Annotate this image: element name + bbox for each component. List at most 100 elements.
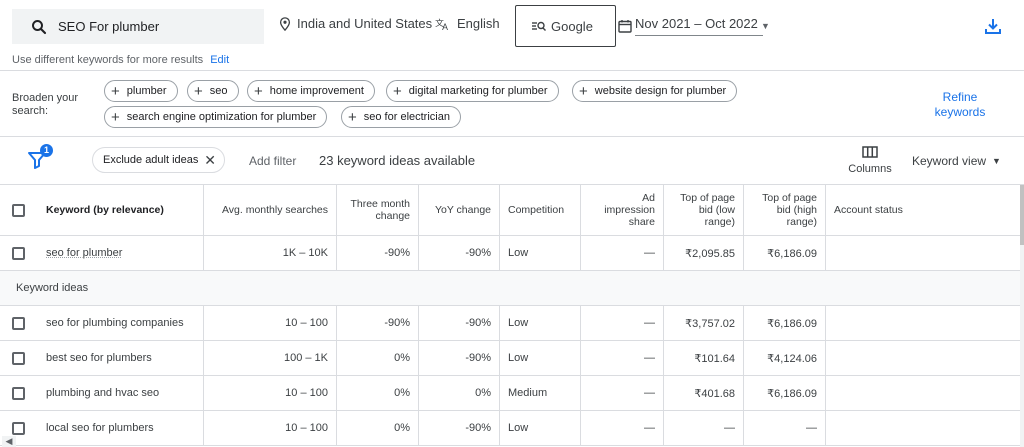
scroll-thumb[interactable] (1020, 185, 1024, 245)
account-status-cell (826, 341, 1020, 375)
keyword-view-selector[interactable]: Keyword view ▼ (912, 154, 1001, 168)
yoy-cell: -90% (419, 411, 500, 445)
broaden-chip[interactable]: + plumber (104, 80, 178, 102)
column-header[interactable]: Competition (500, 185, 581, 235)
column-header[interactable]: Avg. monthly searches (204, 185, 337, 235)
ideas-count: 23 keyword ideas available (319, 153, 476, 168)
date-range-selector[interactable]: Nov 2021 – Oct 2022 ▼ (618, 12, 772, 40)
bid-low-cell: ₹2,095.85 (664, 236, 744, 270)
language-selector[interactable]: 文A English (435, 16, 500, 31)
bid-high-cell: ₹4,124.06 (744, 341, 826, 375)
refine-keywords-button[interactable]: Refine keywords (925, 90, 995, 120)
avg-searches-cell: 10 – 100 (204, 376, 337, 410)
bid-low-cell: ₹3,757.02 (664, 306, 744, 340)
chip-label: seo (209, 85, 228, 97)
bid-low-cell: ₹101.64 (664, 341, 744, 375)
filter-count-badge: 1 (40, 144, 53, 157)
select-all-cell (0, 185, 36, 235)
download-icon[interactable] (984, 17, 1002, 35)
table-header-row: Keyword (by relevance) Avg. monthly sear… (0, 185, 1020, 236)
keyword-cell: plumbing and hvac seo (36, 376, 204, 410)
columns-button[interactable]: Columns (848, 146, 892, 175)
vertical-scrollbar[interactable] (1020, 185, 1024, 447)
keyword-cell: seo for plumbing companies (36, 306, 204, 340)
avg-searches-cell: 100 – 1K (204, 341, 337, 375)
row-checkbox[interactable] (11, 386, 25, 400)
exclude-adult-chip[interactable]: Exclude adult ideas ✕ (92, 147, 225, 173)
row-checkbox[interactable] (11, 351, 25, 365)
column-header[interactable]: Ad impression share (581, 185, 664, 235)
search-icon (32, 19, 47, 34)
broaden-chip[interactable]: + website design for plumber (572, 80, 738, 102)
row-select-cell (0, 236, 36, 270)
group-label-row: Keyword ideas (0, 271, 1020, 306)
avg-searches-cell: 1K – 10K (204, 236, 337, 270)
ad-share-cell: — (581, 376, 664, 410)
table-row[interactable]: best seo for plumbers 100 – 1K 0% -90% L… (0, 341, 1020, 376)
bid-high-cell: ₹6,186.09 (744, 236, 826, 270)
broaden-chip[interactable]: + digital marketing for plumber (386, 80, 559, 102)
chip-label: digital marketing for plumber (408, 85, 548, 97)
add-filter-button[interactable]: Add filter (249, 154, 296, 168)
row-select-cell (0, 376, 36, 410)
translate-icon: 文A (435, 17, 448, 31)
scroll-left-arrow-icon[interactable]: ◀ (2, 436, 16, 447)
column-header[interactable]: YoY change (419, 185, 500, 235)
broaden-chip[interactable]: + home improvement (247, 80, 375, 102)
competition-cell: Low (500, 236, 581, 270)
ad-share-cell: — (581, 411, 664, 445)
three-month-cell: -90% (337, 306, 419, 340)
hint-text: Use different keywords for more results (12, 54, 204, 66)
columns-icon (862, 146, 878, 158)
table-row[interactable]: seo for plumbing companies 10 – 100 -90%… (0, 306, 1020, 341)
ad-share-cell: — (581, 341, 664, 375)
edit-link[interactable]: Edit (210, 54, 229, 66)
yoy-cell: -90% (419, 306, 500, 340)
three-month-cell: 0% (337, 376, 419, 410)
chip-label: home improvement (269, 85, 364, 97)
network-selector[interactable]: Google (515, 5, 616, 47)
language-label: English (457, 16, 500, 31)
bid-high-cell: ₹6,186.09 (744, 376, 826, 410)
account-status-cell (826, 236, 1020, 270)
competition-cell: Low (500, 306, 581, 340)
broaden-chip[interactable]: + seo (187, 80, 239, 102)
column-header[interactable]: Top of page bid (high range) (744, 185, 826, 235)
chevron-down-icon: ▼ (761, 21, 770, 31)
top-bar: India and United States 文A English Googl… (0, 0, 1024, 50)
search-input[interactable] (58, 19, 258, 34)
close-icon[interactable]: ✕ (204, 152, 216, 169)
table-row[interactable]: seo for plumber 1K – 10K -90% -90% Low —… (0, 236, 1020, 271)
divider (0, 70, 1024, 71)
chip-label: search engine optimization for plumber (126, 111, 317, 123)
keyword-cell: local seo for plumbers (36, 411, 204, 445)
column-header[interactable]: Account status (826, 185, 1020, 235)
account-status-cell (826, 411, 1020, 445)
column-header[interactable]: Three month change (337, 185, 419, 235)
keyword-hint: Use different keywords for more results … (12, 54, 229, 66)
table-row[interactable]: local seo for plumbers 10 – 100 0% -90% … (0, 411, 1020, 446)
three-month-cell: -90% (337, 236, 419, 270)
bid-high-cell: — (744, 411, 826, 445)
bid-high-cell: ₹6,186.09 (744, 306, 826, 340)
ad-share-cell: — (581, 306, 664, 340)
broaden-label: Broaden your search: (12, 92, 79, 117)
keyword-view-label: Keyword view (912, 154, 987, 168)
column-header[interactable]: Keyword (by relevance) (36, 185, 204, 235)
broaden-chip[interactable]: + search engine optimization for plumber (104, 106, 328, 128)
row-checkbox[interactable] (11, 246, 25, 260)
select-all-checkbox[interactable] (11, 203, 25, 217)
location-selector[interactable]: India and United States (279, 16, 432, 31)
columns-label: Columns (848, 163, 892, 175)
row-checkbox[interactable] (11, 316, 25, 330)
yoy-cell: -90% (419, 341, 500, 375)
search-box[interactable] (12, 9, 264, 44)
row-select-cell (0, 341, 36, 375)
table-row[interactable]: plumbing and hvac seo 10 – 100 0% 0% Med… (0, 376, 1020, 411)
svg-text:A: A (442, 22, 448, 31)
row-checkbox[interactable] (11, 421, 25, 435)
three-month-cell: 0% (337, 411, 419, 445)
chip-label: seo for electrician (363, 111, 450, 123)
column-header[interactable]: Top of page bid (low range) (664, 185, 744, 235)
broaden-chip[interactable]: + seo for electrician (341, 106, 461, 128)
